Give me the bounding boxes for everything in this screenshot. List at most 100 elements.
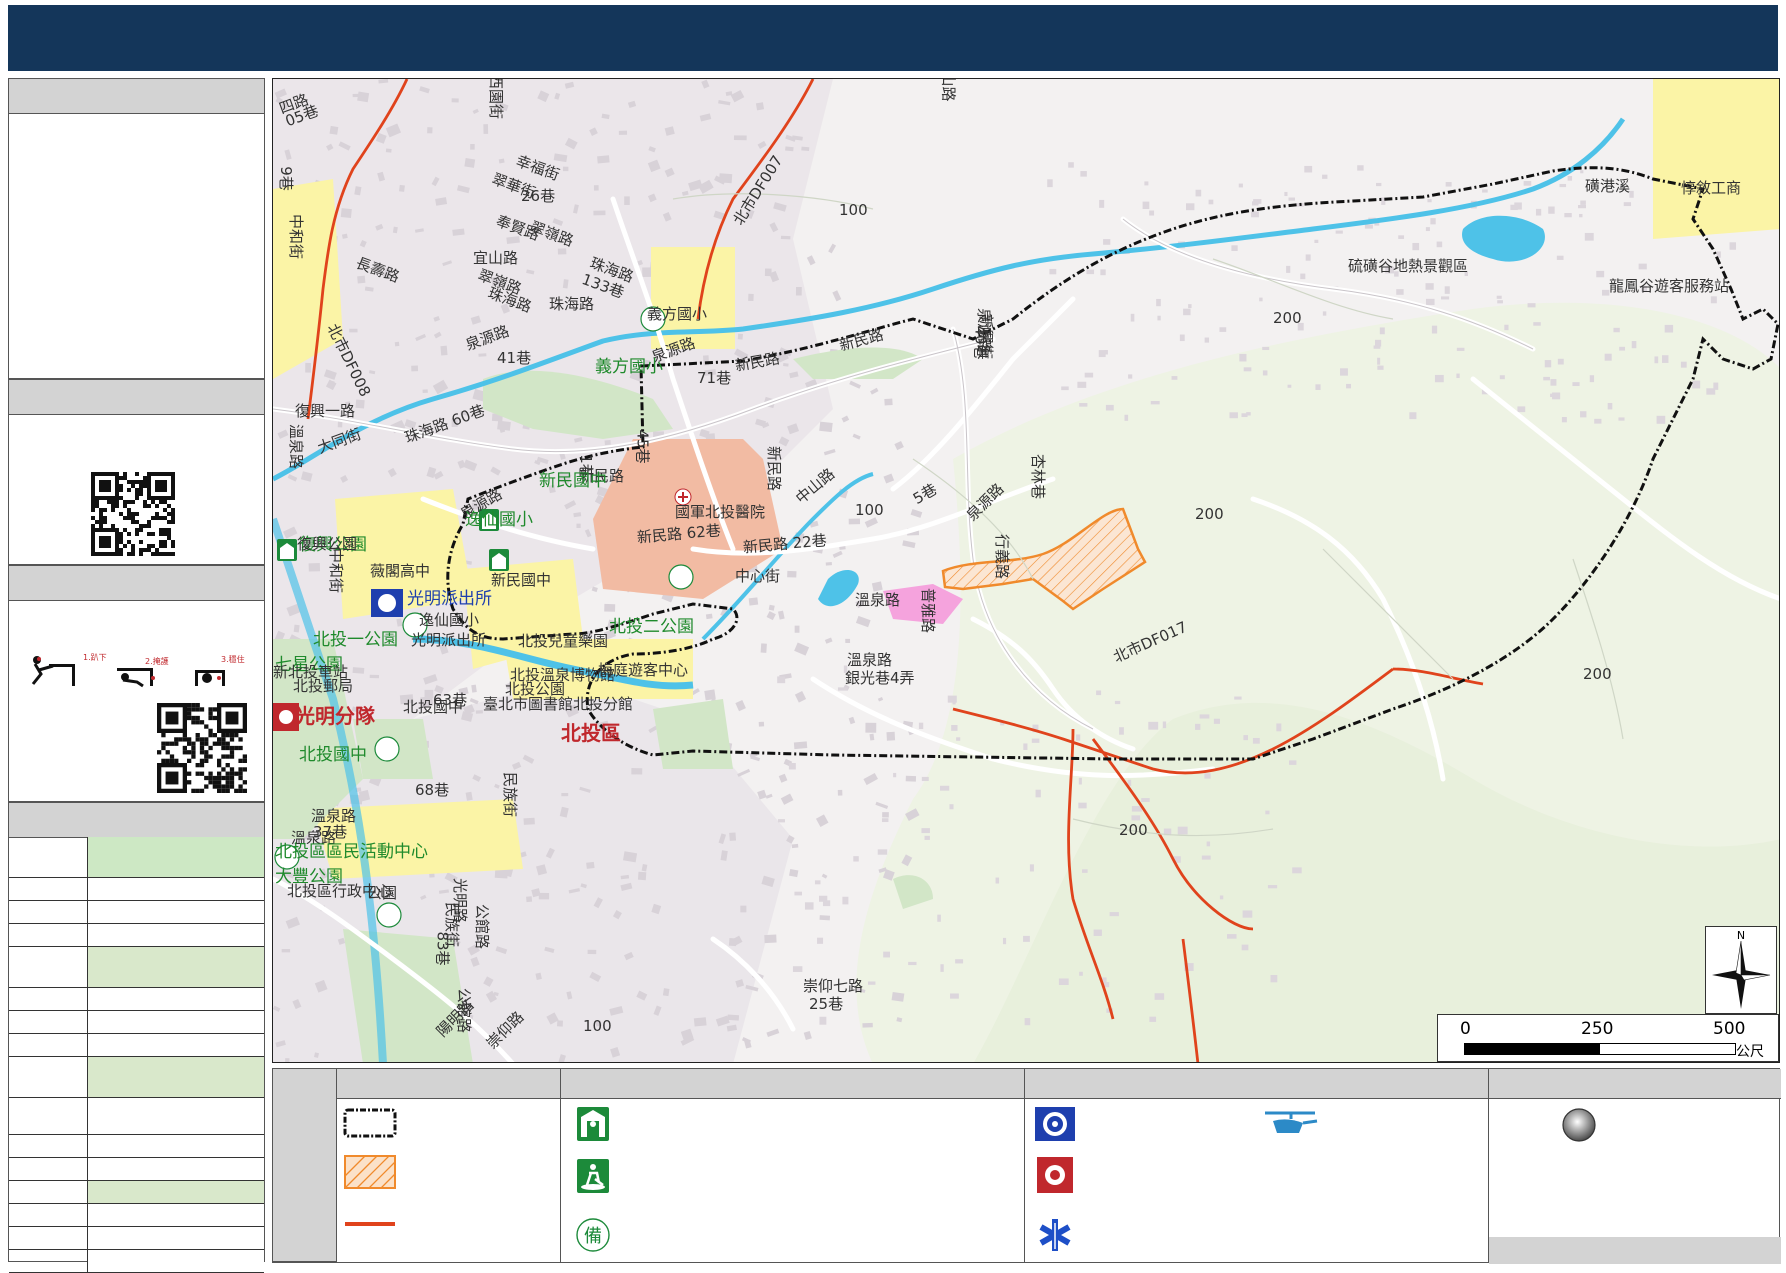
road-label: 民族街 xyxy=(501,771,520,818)
scale-tick: 0 xyxy=(1460,1019,1471,1039)
road-label: 溫泉路 xyxy=(855,591,901,609)
scale-bar-graphic xyxy=(1464,1043,1736,1055)
fire-icon xyxy=(1037,1157,1073,1193)
scale-tick: 250 xyxy=(1581,1019,1614,1039)
table-row xyxy=(9,988,264,1011)
earthquake-drill-panel: 1.趴下 2.掩護 3.穩住 xyxy=(8,565,265,802)
qr-panel xyxy=(8,379,265,565)
road-label: 珠海路 xyxy=(549,295,595,313)
road-label: 公館路 xyxy=(455,987,474,1034)
contact-table-panel xyxy=(8,802,265,1273)
road-label: 新興街 xyxy=(977,313,996,360)
table-row xyxy=(9,1158,264,1181)
table-row xyxy=(9,1034,264,1057)
district-label: 北投區 xyxy=(561,721,621,745)
place-label: 公園 xyxy=(367,884,398,902)
ambulance-icon xyxy=(1039,1219,1071,1251)
legend-col2-icons: 備 xyxy=(576,1107,610,1252)
contour-label: 100 xyxy=(855,501,884,519)
contour-label: 200 xyxy=(1119,821,1148,839)
road-label: 溫泉路 xyxy=(311,807,357,825)
table-row xyxy=(9,1011,264,1034)
place-label: 磺港溪 xyxy=(1585,177,1631,195)
place-label: 新民國中 xyxy=(491,571,552,589)
place-label: 新北投車站 xyxy=(273,663,349,681)
place-label: 逸仙國小 xyxy=(465,510,533,530)
legend-col3-icons xyxy=(1035,1107,1318,1251)
place-label: 梅庭遊客中心 xyxy=(598,661,689,679)
scale-unit: 公尺 xyxy=(1736,1044,1764,1060)
legend-side-header xyxy=(273,1069,337,1262)
road-label: 西園街 xyxy=(487,78,506,120)
place-label: 臺北市圖書館北投分館 xyxy=(483,695,634,713)
legend-panel: 備 xyxy=(272,1068,1781,1264)
legend-column xyxy=(1489,1099,1781,1264)
road-label: 新民路 xyxy=(765,445,784,492)
table-row xyxy=(9,1204,264,1227)
svg-text:備: 備 xyxy=(584,1226,602,1247)
shelter-icon xyxy=(577,1107,609,1141)
place-label: 北投國中 xyxy=(299,745,367,765)
table-row xyxy=(9,1135,264,1158)
legend-column: 備 xyxy=(561,1099,1025,1262)
road-label: 26巷 xyxy=(521,187,556,205)
place-label: 薇閣高中 xyxy=(370,562,431,580)
place-label: 北投兒童樂園 xyxy=(518,632,609,650)
legend-header xyxy=(337,1069,561,1099)
legend-col4-icons xyxy=(1489,1108,1781,1264)
drill-step-label: 2.掩護 xyxy=(145,656,169,666)
contour-label: 100 xyxy=(839,201,868,219)
table-row xyxy=(9,1181,264,1204)
road-label: 公館路 xyxy=(473,903,492,950)
boundary-icon xyxy=(343,1108,397,1138)
road-label: 71巷 xyxy=(697,369,732,387)
place-label: 復興公園 xyxy=(297,535,358,553)
legend-header xyxy=(1025,1069,1489,1099)
title-bar xyxy=(8,5,1778,71)
place-label: 北投國中 xyxy=(403,698,464,716)
gray-circle-icon xyxy=(1562,1108,1596,1142)
place-label: 光明分隊 xyxy=(295,704,375,728)
place-label: 北投一公園 xyxy=(313,630,398,650)
place-label: 國軍北投醫院 xyxy=(675,503,766,521)
police-icon xyxy=(1035,1107,1075,1141)
reserve-icon xyxy=(668,564,694,590)
legend-header xyxy=(561,1069,1025,1099)
road-label: 行義路 xyxy=(993,533,1012,580)
scale-tick: 500 xyxy=(1713,1019,1746,1039)
road-label: 中和街 xyxy=(287,213,306,260)
table-row xyxy=(9,1098,264,1135)
legend-col1-icons xyxy=(343,1108,397,1226)
legend-footer xyxy=(1489,1237,1781,1264)
contour-label: 200 xyxy=(1583,665,1612,683)
road-label: 銀光巷4弄 xyxy=(845,669,915,687)
drill-steps: 1.趴下 2.掩護 3.穩住 xyxy=(31,653,245,688)
reserve-icon xyxy=(374,736,400,762)
road-label: 25巷 xyxy=(809,995,844,1013)
table-row xyxy=(9,878,264,901)
north-arrow: N xyxy=(1705,926,1777,1014)
road-label: 45巷 xyxy=(633,429,652,464)
place-label: 光明派出所 xyxy=(407,589,492,609)
qr-code-icon[interactable] xyxy=(91,472,175,556)
qr-panel-header xyxy=(9,380,264,415)
drill-step-label: 1.趴下 xyxy=(83,653,107,662)
cover-step-icon xyxy=(117,668,155,688)
place-label: 惇敘工商 xyxy=(1681,179,1742,197)
place-label: 北投二公園 xyxy=(609,617,694,637)
road-label: 中心街 xyxy=(735,567,781,585)
map-frame[interactable]: 西園街 翠華街 幸福街 26巷 翠嶺路 奉賢路 宜山路 翠嶺路 長壽路 珠海路 珠海路 泉源路 41巷珠… xyxy=(272,78,1780,1063)
place-label: 逸仙國小 xyxy=(419,611,480,629)
contour-label: 200 xyxy=(1195,505,1224,523)
table-row xyxy=(9,1250,264,1273)
place-label: 新民國中 xyxy=(539,471,607,491)
road-label: 溫泉路 xyxy=(287,423,306,470)
reserve-icon: 備 xyxy=(576,1218,610,1252)
table-row xyxy=(9,837,264,878)
table-row xyxy=(9,901,264,924)
drill-panel-header xyxy=(9,566,264,601)
road-label: 宜山路 xyxy=(473,249,519,267)
qr-code-icon[interactable] xyxy=(152,703,252,793)
road-label: 杏林巷 xyxy=(1029,453,1048,500)
road-label: 山路 xyxy=(939,78,958,102)
